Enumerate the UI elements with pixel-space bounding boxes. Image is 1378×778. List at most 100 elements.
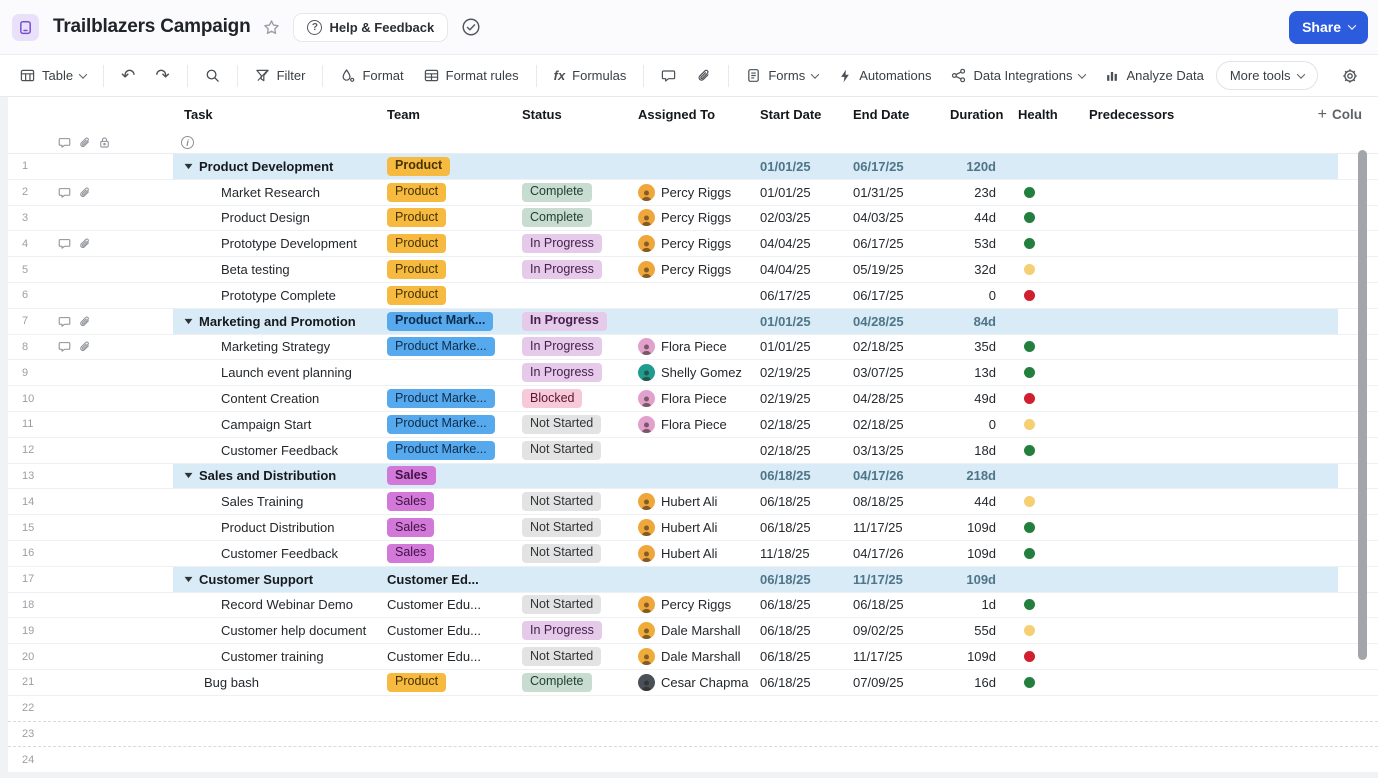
health-cell[interactable] — [1004, 670, 1064, 695]
row-number[interactable]: 2 — [8, 180, 53, 205]
collapse-caret-icon[interactable] — [182, 318, 194, 325]
search-button[interactable] — [197, 62, 228, 89]
predecessors-cell[interactable] — [1064, 696, 1164, 721]
predecessors-cell[interactable] — [1064, 283, 1164, 308]
assignee-cell[interactable]: Dale Marshall — [636, 644, 758, 669]
predecessors-cell[interactable] — [1064, 567, 1164, 592]
status-cell[interactable] — [520, 747, 636, 772]
assignee-cell[interactable]: Dale Marshall — [636, 618, 758, 643]
status-cell[interactable]: In Progress — [520, 618, 636, 643]
status-cell[interactable]: Complete — [520, 180, 636, 205]
task-cell[interactable]: Campaign Start — [173, 412, 385, 437]
favorite-star-icon[interactable] — [260, 16, 283, 39]
team-cell[interactable] — [385, 722, 520, 747]
row-number[interactable]: 7 — [8, 309, 53, 334]
team-cell[interactable]: Customer Edu... — [385, 618, 520, 643]
end-date-cell[interactable]: 06/17/25 — [851, 283, 948, 308]
more-tools-button[interactable]: More tools — [1216, 61, 1318, 90]
end-date-cell[interactable]: 02/18/25 — [851, 335, 948, 360]
status-cell[interactable]: Not Started — [520, 593, 636, 618]
predecessors-cell[interactable] — [1064, 670, 1164, 695]
end-date-cell[interactable] — [851, 722, 948, 747]
end-date-cell[interactable]: 01/31/25 — [851, 180, 948, 205]
start-date-cell[interactable] — [758, 696, 851, 721]
start-date-cell[interactable]: 01/01/25 — [758, 309, 851, 334]
duration-cell[interactable] — [948, 747, 1004, 772]
status-cell[interactable] — [520, 283, 636, 308]
status-cell[interactable]: In Progress — [520, 335, 636, 360]
start-date-cell[interactable]: 06/17/25 — [758, 283, 851, 308]
assignee-cell[interactable]: Flora Piece — [636, 335, 758, 360]
duration-cell[interactable]: 218d — [948, 464, 1004, 489]
assignee-cell[interactable]: Hubert Ali — [636, 515, 758, 540]
start-date-cell[interactable]: 06/18/25 — [758, 567, 851, 592]
collapse-caret-icon[interactable] — [182, 472, 194, 479]
start-date-cell[interactable]: 01/01/25 — [758, 180, 851, 205]
row-number[interactable]: 12 — [8, 438, 53, 463]
predecessors-cell[interactable] — [1064, 412, 1164, 437]
end-date-cell[interactable]: 02/18/25 — [851, 412, 948, 437]
row-number[interactable]: 20 — [8, 644, 53, 669]
duration-cell[interactable]: 120d — [948, 154, 1004, 179]
predecessors-cell[interactable] — [1064, 644, 1164, 669]
assignee-cell[interactable]: Percy Riggs — [636, 180, 758, 205]
team-cell[interactable]: Customer Ed... — [385, 567, 520, 592]
status-cell[interactable] — [520, 154, 636, 179]
health-cell[interactable] — [1004, 206, 1064, 231]
team-cell[interactable]: Product Marke... — [385, 386, 520, 411]
assignee-cell[interactable] — [636, 464, 758, 489]
assignee-cell[interactable] — [636, 154, 758, 179]
assignee-cell[interactable] — [636, 438, 758, 463]
column-header-end-date[interactable]: End Date — [851, 107, 948, 122]
task-cell[interactable]: Bug bash — [173, 670, 385, 695]
assignee-cell[interactable]: Shelly Gomez — [636, 360, 758, 385]
health-cell[interactable] — [1004, 309, 1064, 334]
end-date-cell[interactable]: 06/17/25 — [851, 231, 948, 256]
team-cell[interactable]: Customer Edu... — [385, 644, 520, 669]
assignee-cell[interactable]: Percy Riggs — [636, 206, 758, 231]
status-cell[interactable]: Complete — [520, 670, 636, 695]
task-cell[interactable]: Content Creation — [173, 386, 385, 411]
team-cell[interactable]: Product — [385, 206, 520, 231]
comment-button[interactable] — [653, 62, 684, 89]
start-date-cell[interactable]: 06/18/25 — [758, 593, 851, 618]
status-cell[interactable]: Not Started — [520, 644, 636, 669]
assignee-cell[interactable]: Hubert Ali — [636, 541, 758, 566]
health-cell[interactable] — [1004, 412, 1064, 437]
team-cell[interactable]: Sales — [385, 464, 520, 489]
status-cell[interactable] — [520, 464, 636, 489]
team-cell[interactable]: Product Marke... — [385, 412, 520, 437]
end-date-cell[interactable]: 06/18/25 — [851, 593, 948, 618]
task-cell[interactable]: Marketing and Promotion — [173, 309, 385, 334]
predecessors-cell[interactable] — [1064, 206, 1164, 231]
row-comment-icon[interactable] — [58, 237, 71, 250]
duration-cell[interactable]: 109d — [948, 644, 1004, 669]
team-cell[interactable]: Sales — [385, 541, 520, 566]
start-date-cell[interactable]: 06/18/25 — [758, 515, 851, 540]
status-cell[interactable]: In Progress — [520, 257, 636, 282]
format-button[interactable]: Format — [332, 62, 411, 89]
task-cell[interactable]: Record Webinar Demo — [173, 593, 385, 618]
duration-cell[interactable]: 55d — [948, 618, 1004, 643]
row-number[interactable]: 8 — [8, 335, 53, 360]
duration-cell[interactable]: 84d — [948, 309, 1004, 334]
row-number[interactable]: 16 — [8, 541, 53, 566]
row-number[interactable]: 15 — [8, 515, 53, 540]
health-cell[interactable] — [1004, 747, 1064, 772]
start-date-cell[interactable] — [758, 747, 851, 772]
info-icon[interactable]: i — [181, 136, 194, 149]
task-cell[interactable]: Prototype Development — [173, 231, 385, 256]
analyze-data-button[interactable]: Analyze Data — [1097, 62, 1211, 89]
status-cell[interactable]: Not Started — [520, 515, 636, 540]
column-header-assigned-to[interactable]: Assigned To — [636, 107, 758, 122]
health-cell[interactable] — [1004, 283, 1064, 308]
duration-cell[interactable]: 44d — [948, 489, 1004, 514]
end-date-cell[interactable]: 04/17/26 — [851, 464, 948, 489]
status-cell[interactable]: In Progress — [520, 231, 636, 256]
duration-cell[interactable]: 32d — [948, 257, 1004, 282]
duration-cell[interactable]: 0 — [948, 412, 1004, 437]
row-number[interactable]: 5 — [8, 257, 53, 282]
column-header-predecessors[interactable]: Predecessors — [1064, 107, 1164, 122]
settings-button[interactable] — [1334, 62, 1366, 90]
predecessors-cell[interactable] — [1064, 438, 1164, 463]
